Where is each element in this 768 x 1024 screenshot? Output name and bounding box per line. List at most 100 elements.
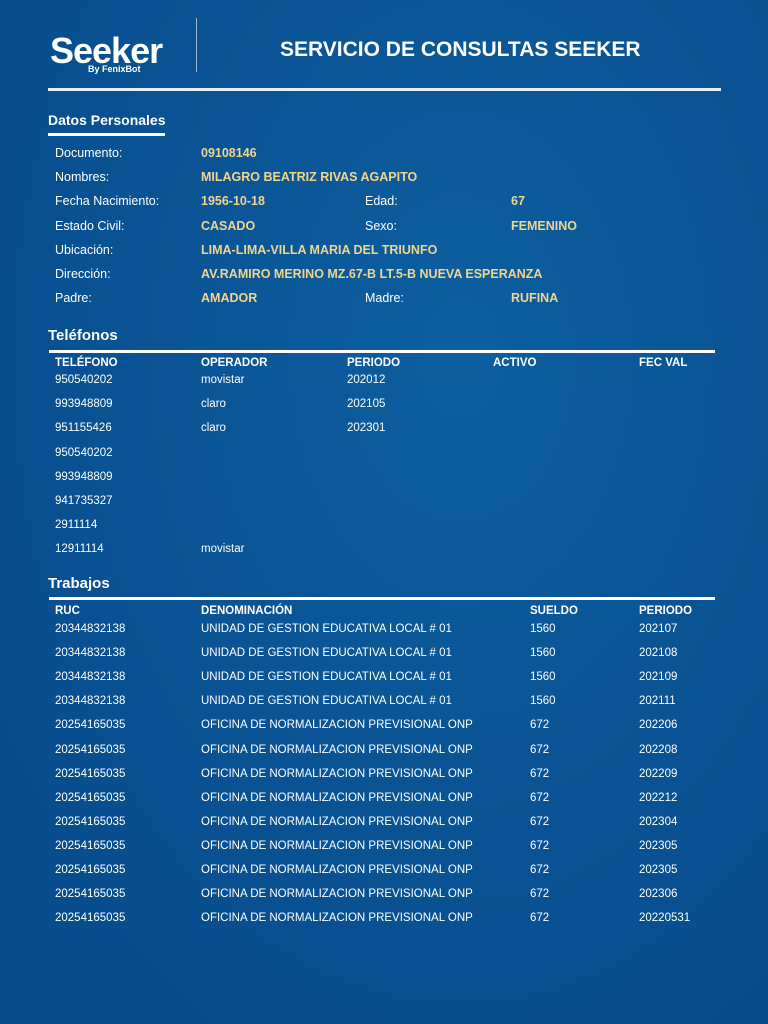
table-row-cell: OFICINA DE NORMALIZACION PREVISIONAL ONP — [201, 864, 473, 876]
personal-row-cell: Ubicación: — [55, 242, 114, 257]
personal-row-cell: LIMA-LIMA-VILLA MARIA DEL TRIUNFO — [201, 242, 438, 257]
table-row-cell: OFICINA DE NORMALIZACION PREVISIONAL ONP — [201, 815, 473, 828]
section-title-personal: Datos Personales — [48, 112, 166, 128]
personal-row: Ubicación: LIMA-LIMA-VILLA MARIA DEL TRIU… — [55, 243, 735, 263]
section-title-jobs: Trabajos — [48, 575, 110, 592]
table-row: 20344832138 UNIDAD DE GESTION EDUCATIVA L… — [55, 623, 735, 643]
table-row-cell: OFICINA DE NORMALIZACION PREVISIONAL ONP — [201, 888, 473, 901]
table-row-cell: UNIDAD DE GESTION EDUCATIVA LOCAL # 01 — [201, 647, 452, 660]
table-row: 993948809 — [55, 471, 735, 491]
table-row-cell: 20344832138 — [55, 647, 126, 660]
table-row-cell: 672 — [530, 864, 550, 876]
table-row-cell: 20254165035 — [55, 767, 126, 780]
table-row-cell: 20254165035 — [55, 791, 126, 804]
table-row-cell: 202305 — [639, 839, 678, 852]
personal-row-cell: AMADOR — [201, 291, 258, 306]
table-row-cell: 202209 — [639, 767, 678, 780]
personal-row: Estado Civil: CASADO Sexo: FEMENINO — [55, 219, 735, 239]
table-row: 951155426 claro 202301 — [55, 422, 735, 442]
table-row: 20344832138 UNIDAD DE GESTION EDUCATIVA L… — [55, 671, 735, 691]
personal-row: Padre: AMADOR Madre: RUFINA — [55, 291, 735, 311]
personal-row-cell: Documento: — [55, 146, 123, 160]
table-row-cell: 202105 — [347, 398, 386, 411]
table-row-cell: 202206 — [639, 719, 678, 732]
table-row-cell: OFICINA DE NORMALIZACION PREVISIONAL ONP — [201, 767, 473, 780]
table-row-cell: 672 — [530, 839, 550, 852]
table-row-cell: movistar — [201, 374, 245, 386]
table-row-cell: 202305 — [639, 864, 678, 876]
table-row: 941735327 — [55, 495, 735, 515]
table-row: 950540202 movistar 202012 — [55, 374, 735, 394]
table-row-cell: OFICINA DE NORMALIZACION PREVISIONAL ONP — [201, 719, 473, 732]
table-row: 993948809 claro 202105 — [55, 398, 735, 418]
table-row: 20254165035 OFICINA DE NORMALIZACION PREV… — [55, 768, 735, 788]
table-row-cell: 202107 — [639, 623, 678, 635]
table-row-cell: 20254165035 — [55, 719, 126, 732]
table-row-cell: OFICINA DE NORMALIZACION PREVISIONAL ONP — [201, 839, 473, 852]
table-row-cell: 672 — [530, 912, 550, 925]
table-row-cell: 1560 — [530, 647, 556, 660]
table-row-cell: OFICINA DE NORMALIZACION PREVISIONAL ONP — [201, 791, 473, 804]
personal-row: Nombres: MILAGRO BEATRIZ RIVAS AGAPITO — [55, 170, 735, 190]
header-divider — [196, 18, 197, 72]
table-row-cell: 20344832138 — [55, 623, 126, 635]
table-row-cell: 672 — [530, 743, 550, 756]
table-row: 20344832138 UNIDAD DE GESTION EDUCATIVA L… — [55, 647, 735, 667]
personal-row-cell: 1956-10-18 — [201, 194, 265, 209]
table-row-cell: movistar — [201, 543, 245, 556]
personal-row-cell: FEMENINO — [511, 218, 577, 233]
table-row-cell: 202306 — [639, 888, 678, 901]
table-row-cell: 993948809 — [55, 470, 113, 483]
personal-row-cell: Sexo: — [365, 218, 397, 233]
personal-row: Documento: 09108146 — [55, 146, 735, 166]
table-row-cell: 672 — [530, 815, 550, 828]
table-row-cell: 950540202 — [55, 374, 113, 386]
personal-row-cell: Padre: — [55, 291, 92, 306]
phones-header-cell: OPERADOR — [201, 357, 268, 369]
table-row-cell: 202012 — [347, 374, 386, 386]
table-row: 20254165035 OFICINA DE NORMALIZACION PREV… — [55, 744, 735, 764]
table-row-cell: 672 — [530, 767, 550, 780]
table-row-cell: 20254165035 — [55, 815, 126, 828]
section-underline — [49, 350, 715, 353]
table-row-cell: 1560 — [530, 695, 556, 708]
personal-row-cell: 67 — [511, 194, 525, 209]
section-title-phones: Teléfonos — [48, 327, 118, 344]
table-row-cell: OFICINA DE NORMALIZACION PREVISIONAL ONP — [201, 912, 473, 925]
personal-row-cell: 09108146 — [201, 146, 257, 160]
personal-row-cell: Edad: — [365, 194, 398, 209]
logo-subtitle: By FenixBot — [88, 64, 141, 74]
jobs-header: RUC DENOMINACIÓN SUELDO PERIODO — [55, 605, 735, 625]
table-row: 20254165035 OFICINA DE NORMALIZACION PREV… — [55, 888, 735, 908]
personal-row-cell: RUFINA — [511, 291, 559, 306]
table-row: 20254165035 OFICINA DE NORMALIZACION PREV… — [55, 840, 735, 860]
table-row-cell: 12911114 — [55, 543, 104, 556]
jobs-header-cell: SUELDO — [530, 605, 578, 617]
personal-row-cell: Dirección: — [55, 267, 111, 281]
table-row: 20254165035 OFICINA DE NORMALIZACION PREV… — [55, 912, 735, 932]
personal-row-cell: CASADO — [201, 218, 256, 233]
table-row-cell: UNIDAD DE GESTION EDUCATIVA LOCAL # 01 — [201, 695, 452, 708]
table-row-cell: 941735327 — [55, 495, 113, 507]
jobs-header-cell: DENOMINACIÓN — [201, 605, 293, 617]
section-underline — [49, 597, 715, 600]
table-row: 20254165035 OFICINA DE NORMALIZACION PREV… — [55, 816, 735, 836]
personal-row-cell: Nombres: — [55, 170, 110, 185]
table-row: 20344832138 UNIDAD DE GESTION EDUCATIVA L… — [55, 695, 735, 715]
personal-row-cell: Estado Civil: — [55, 218, 125, 233]
table-row-cell: 20254165035 — [55, 743, 126, 756]
personal-row-cell: Fecha Nacimiento: — [55, 194, 160, 209]
jobs-header-cell: RUC — [55, 605, 80, 617]
table-row-cell: 672 — [530, 888, 550, 901]
table-row-cell: OFICINA DE NORMALIZACION PREVISIONAL ONP — [201, 743, 473, 756]
personal-row: Dirección: AV.RAMIRO MERINO MZ.67-B LT.5-… — [55, 267, 735, 287]
table-row-cell: 1560 — [530, 623, 556, 635]
table-row-cell: 202108 — [639, 647, 678, 660]
table-row: 20254165035 OFICINA DE NORMALIZACION PREV… — [55, 792, 735, 812]
table-row-cell: 20220531 — [639, 912, 691, 925]
table-row-cell: 993948809 — [55, 398, 113, 411]
table-row-cell: claro — [201, 398, 226, 411]
table-row: 2911114 — [55, 519, 735, 539]
table-row-cell: claro — [201, 422, 226, 435]
table-row: 950540202 — [55, 447, 735, 467]
